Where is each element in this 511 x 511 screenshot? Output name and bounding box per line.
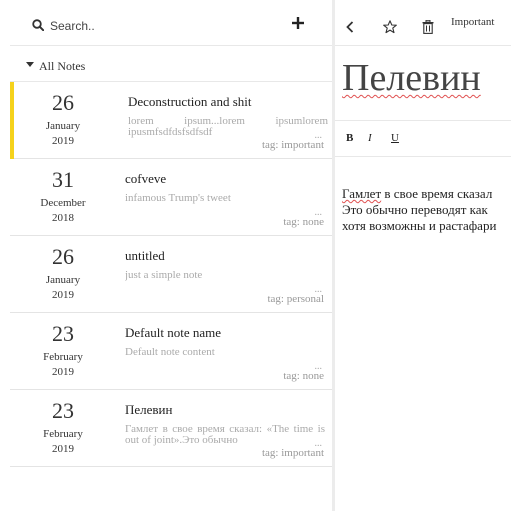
note-title: Deconstruction and shit [128,94,252,109]
note-preview: Гамлет в свое время сказал: «The time is… [125,424,325,446]
all-notes-filter[interactable]: All Notes [10,46,332,82]
note-tag: tag: personal [267,293,324,305]
bold-button[interactable]: B [346,132,353,144]
note-month: February [43,351,83,363]
note-day: 26 [52,244,74,269]
note-title-field[interactable]: Пелевин [342,56,481,100]
note-title: Default note name [125,325,222,340]
body-spell-word: Гамлет [342,186,382,201]
note-title: Пелевин [125,402,173,417]
editor-toolbar: Important [335,0,511,46]
note-year: 2019 [52,443,74,455]
body-line: Это обычно переводят как [342,202,511,218]
note-year: 2019 [52,135,74,147]
plus-icon[interactable] [291,16,305,30]
note-tag: tag: none [283,216,324,228]
italic-button[interactable]: I [368,132,372,144]
body-text: хотя возможны и растафари [342,218,497,233]
note-item[interactable]: 23 February 2019 Пелевин Гамлет в свое в… [10,390,332,467]
note-title: untitled [125,248,165,263]
notes-sidebar: Search.. All Notes 26 January 2019 Decon… [10,0,332,511]
note-tag: tag: none [283,370,324,382]
note-title: cofveve [125,171,167,186]
trash-icon[interactable] [422,20,434,34]
note-preview: Default note content [125,347,215,358]
search-input[interactable]: Search.. [50,19,95,33]
note-body-editor[interactable]: Гамлет в свое время сказал Это обычно пе… [342,186,511,234]
all-notes-label[interactable]: All Notes [39,59,85,74]
note-day: 31 [52,167,74,192]
format-toolbar: B I U [335,121,511,157]
note-month: December [40,197,86,209]
note-preview: lorem ipsum...lorem ipsumlorem ipusmfsdf… [128,116,328,138]
note-preview: infamous Trump's tweet [125,193,231,204]
caret-down-icon[interactable] [26,62,34,67]
note-tag: tag: important [261,447,324,459]
note-day: 26 [52,90,74,115]
note-year: 2018 [52,212,74,224]
note-tag: tag: important [261,139,324,151]
search-bar[interactable]: Search.. [10,0,332,46]
note-editor: Important Пелевин B I U Гамлет в свое вр… [335,0,511,511]
note-item[interactable]: 23 February 2019 Default note name Defau… [10,313,332,390]
note-item[interactable]: 31 December 2018 cofveve infamous Trump'… [10,159,332,236]
body-line: хотя возможны и растафари [342,218,511,234]
back-chevron-icon[interactable] [346,21,354,33]
note-year: 2019 [52,289,74,301]
note-year: 2019 [52,366,74,378]
note-day: 23 [52,398,74,423]
note-item[interactable]: 26 January 2019 Deconstruction and shit … [10,82,332,159]
note-tag-selector[interactable]: Important [451,16,494,28]
note-day: 23 [52,321,74,346]
note-month: January [45,120,81,132]
note-item[interactable]: 26 January 2019 untitled just a simple n… [10,236,332,313]
note-list: 26 January 2019 Deconstruction and shit … [10,82,332,467]
search-icon[interactable] [32,19,44,31]
note-month: January [45,274,81,286]
star-icon[interactable] [383,20,397,34]
note-preview: just a simple note [125,270,203,281]
body-line: Гамлет в свое время сказал [342,186,511,202]
body-text: Это обычно переводят как [342,202,488,217]
underline-button[interactable]: U [391,132,399,144]
note-month: February [43,428,83,440]
body-text: в свое время сказал [381,186,493,201]
